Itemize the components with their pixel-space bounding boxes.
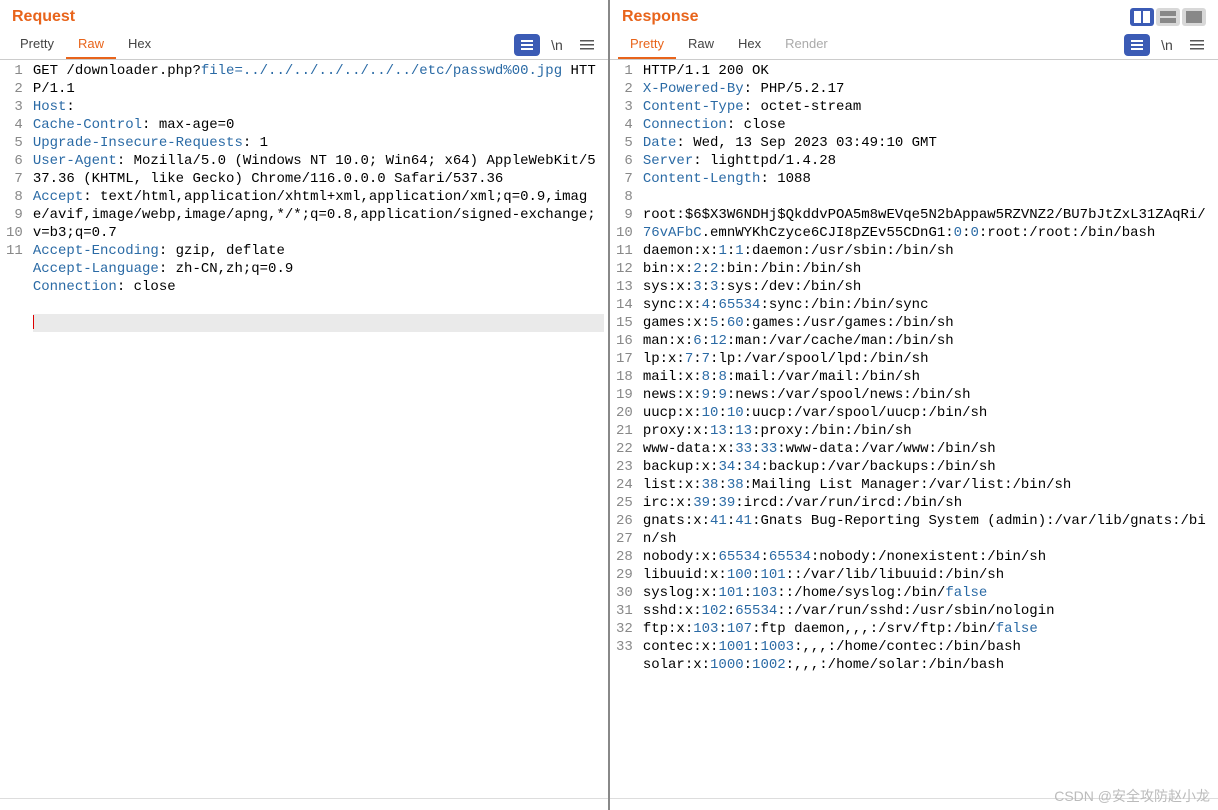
request-title: Request (12, 8, 75, 26)
response-title: Response (622, 8, 698, 26)
response-code[interactable]: HTTP/1.1 200 OKX-Powered-By: PHP/5.2.17C… (639, 60, 1218, 798)
wrap-icon[interactable]: \n (544, 34, 570, 56)
menu-icon[interactable] (574, 34, 600, 56)
actions-icon[interactable] (514, 34, 540, 56)
tab-raw[interactable]: Raw (66, 30, 116, 59)
tab-pretty[interactable]: Pretty (8, 30, 66, 59)
response-title-row: Response (610, 0, 1218, 30)
response-tabs: Pretty Raw Hex Render \n (610, 30, 1218, 60)
layout-single-icon[interactable] (1182, 8, 1206, 26)
request-editor[interactable]: 1234567891011 GET /downloader.php?file=.… (0, 60, 608, 798)
request-title-row: Request (0, 0, 608, 30)
tab-pretty[interactable]: Pretty (618, 30, 676, 59)
layout-switcher (1130, 8, 1206, 26)
actions-icon[interactable] (1124, 34, 1150, 56)
tab-render[interactable]: Render (773, 30, 840, 59)
tab-hex[interactable]: Hex (116, 30, 163, 59)
tab-raw[interactable]: Raw (676, 30, 726, 59)
request-gutter: 1234567891011 (0, 60, 29, 798)
tab-hex[interactable]: Hex (726, 30, 773, 59)
request-code[interactable]: GET /downloader.php?file=../../../../../… (29, 60, 608, 798)
wrap-icon[interactable]: \n (1154, 34, 1180, 56)
response-gutter: 1234567891011121314151617181920212223242… (610, 60, 639, 798)
request-panel: Request Pretty Raw Hex \n 1234567891011 … (0, 0, 610, 810)
request-footer (0, 798, 608, 810)
layout-side-by-side-icon[interactable] (1130, 8, 1154, 26)
response-panel: Response Pretty Raw Hex Render \n 123456… (610, 0, 1218, 810)
menu-icon[interactable] (1184, 34, 1210, 56)
response-footer (610, 798, 1218, 810)
response-editor[interactable]: 1234567891011121314151617181920212223242… (610, 60, 1218, 798)
request-tabs: Pretty Raw Hex \n (0, 30, 608, 60)
layout-stacked-icon[interactable] (1156, 8, 1180, 26)
